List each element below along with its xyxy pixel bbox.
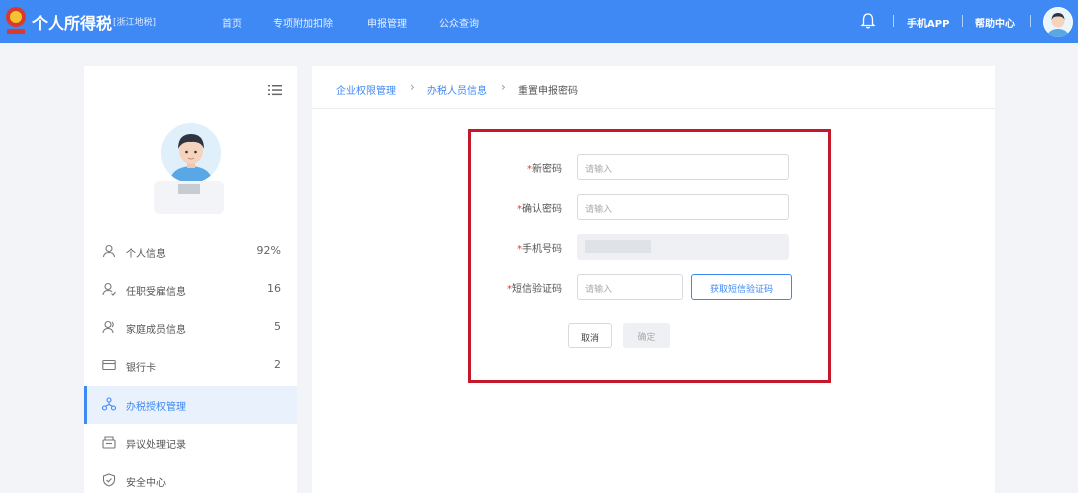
top-header: 个人所得税 [浙江地税] 首页 专项附加扣除 申报管理 公众查询 手机APP 帮… (0, 0, 1078, 43)
sidebar-item-dispute-records[interactable]: 异议处理记录 (84, 424, 297, 462)
header-divider (1030, 15, 1031, 27)
breadcrumb-enterprise-permissions[interactable]: 企业权限管理 (336, 82, 396, 97)
breadcrumb: 企业权限管理 › 办税人员信息 › 重置申报密码 (312, 66, 995, 109)
confirm-password-label: *确认密码 (517, 204, 562, 215)
sidebar-item-count: 2 (274, 358, 281, 371)
sidebar-item-label: 家庭成员信息 (126, 325, 186, 336)
cancel-button[interactable]: 取消 (568, 323, 612, 348)
nav-special-deduction[interactable]: 专项附加扣除 (273, 15, 333, 30)
sidebar-item-count: 16 (267, 282, 281, 295)
profile-avatar (161, 123, 221, 183)
family-icon (102, 320, 114, 334)
sidebar-item-employment[interactable]: 任职受雇信息 16 (84, 271, 297, 309)
breadcrumb-current-page: 重置申报密码 (518, 86, 578, 97)
employment-icon (102, 282, 116, 296)
new-password-label: *新密码 (527, 164, 562, 175)
chevron-right-icon: › (410, 80, 415, 94)
avatar-icon (1044, 8, 1072, 37)
main-panel: 企业权限管理 › 办税人员信息 › 重置申报密码 *新密码 请输入 *确认密码 … (312, 66, 995, 493)
nav-filing-management[interactable]: 申报管理 (367, 15, 407, 30)
masked-name-block (178, 184, 200, 194)
sidebar-item-personal-info[interactable]: 个人信息 92% (84, 233, 297, 271)
bell-icon[interactable] (859, 12, 877, 30)
breadcrumb-tax-staff-info[interactable]: 办税人员信息 (427, 82, 487, 97)
sidebar-item-family[interactable]: 家庭成员信息 5 (84, 309, 297, 347)
sidebar-item-label: 银行卡 (126, 363, 156, 374)
sidebar-item-label: 安全中心 (126, 478, 166, 489)
sidebar-item-security-center[interactable]: 安全中心 (84, 462, 297, 493)
help-center-link[interactable]: 帮助中心 (975, 15, 1015, 30)
sidebar-item-count: 5 (274, 320, 281, 333)
header-divider (893, 15, 894, 27)
app-title[interactable]: 个人所得税 (32, 10, 112, 34)
menu-toggle-icon[interactable] (268, 84, 282, 96)
get-sms-code-button[interactable]: 获取短信验证码 (691, 274, 792, 300)
sidebar-item-tax-authorization[interactable]: 办税授权管理 (84, 386, 297, 424)
chevron-right-icon: › (501, 80, 506, 94)
sidebar-item-label: 个人信息 (126, 249, 166, 260)
tax-emblem-icon (6, 7, 26, 34)
sidebar-item-label: 办税授权管理 (126, 402, 186, 413)
person-icon (102, 244, 116, 258)
sidebar: 个人信息 92% 任职受雇信息 16 家庭成员信息 5 银行卡 2 办税授权管理… (84, 66, 297, 493)
masked-phone-number (585, 240, 651, 253)
authorization-icon (102, 397, 116, 411)
confirm-password-input[interactable]: 请输入 (577, 194, 789, 220)
region-label: [浙江地税] (113, 18, 157, 28)
new-password-input[interactable]: 请输入 (577, 154, 789, 180)
nav-public-query[interactable]: 公众查询 (439, 15, 479, 30)
phone-label: *手机号码 (517, 244, 562, 255)
confirm-button[interactable]: 确定 (623, 323, 670, 348)
sidebar-item-count: 92% (256, 244, 281, 257)
sidebar-item-label: 异议处理记录 (126, 440, 186, 451)
dispute-icon (102, 436, 116, 449)
sidebar-item-label: 任职受雇信息 (126, 287, 186, 298)
nav-home[interactable]: 首页 (222, 15, 242, 30)
shield-icon (102, 473, 116, 487)
header-divider (962, 15, 963, 27)
sidebar-item-bank-card[interactable]: 银行卡 2 (84, 347, 297, 385)
profile-name-masked (154, 181, 224, 214)
user-avatar[interactable] (1043, 7, 1073, 37)
sms-code-label: *短信验证码 (507, 284, 562, 295)
sms-code-input[interactable]: 请输入 (577, 274, 683, 300)
card-icon (102, 359, 116, 371)
mobile-app-link[interactable]: 手机APP (907, 15, 949, 30)
active-indicator (84, 386, 87, 424)
phone-field (577, 234, 789, 260)
avatar-icon (161, 123, 221, 183)
